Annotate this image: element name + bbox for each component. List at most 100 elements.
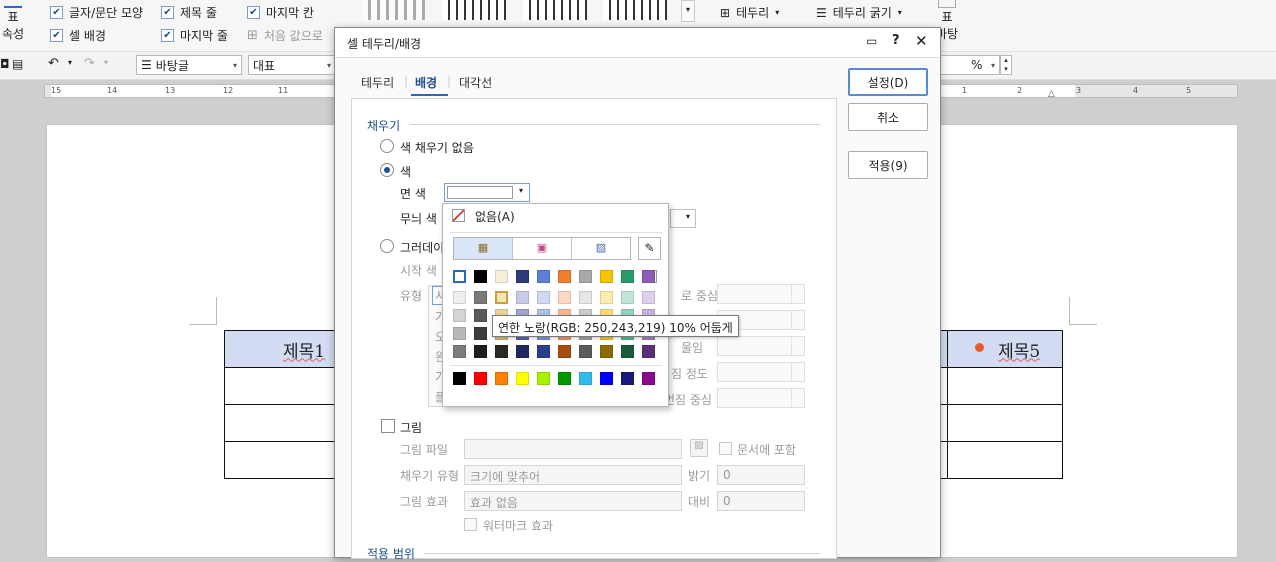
shade-swatch[interactable] — [516, 291, 529, 304]
color-swatch[interactable] — [558, 270, 571, 283]
fill-type-select[interactable]: 크기에 맞추어 — [464, 465, 682, 485]
border-width-button[interactable]: ☰ 테두리 굵기 ▾ — [816, 4, 902, 21]
checkbox-char-para[interactable]: ✔ 글자/문단 모양 — [50, 4, 143, 21]
shade-swatch[interactable] — [558, 291, 571, 304]
radio-no-fill[interactable] — [380, 139, 394, 153]
reset-button[interactable]: ⊞ 처음 값으로 — [247, 27, 323, 44]
color-swatch[interactable] — [621, 270, 634, 283]
pattern-select[interactable]: ▾ — [670, 209, 696, 228]
table-cell[interactable]: 제목5 — [947, 330, 1063, 368]
radio-gradient[interactable] — [380, 239, 394, 253]
checkbox-header-row[interactable]: ✔ 제목 줄 — [161, 4, 217, 21]
shade-swatch[interactable] — [495, 345, 508, 358]
table-cell[interactable] — [224, 441, 340, 479]
checkbox-cell-bg[interactable]: ✔ 셀 배경 — [50, 27, 106, 44]
standard-color-swatch[interactable] — [537, 372, 550, 385]
chevron-down-icon[interactable]: ▾ — [104, 58, 108, 67]
tilt-spinner[interactable] — [717, 336, 805, 356]
tab-background[interactable]: 배경 — [415, 74, 437, 91]
table-cell[interactable]: 제목1 — [224, 330, 340, 368]
picture-checkbox[interactable] — [381, 419, 395, 433]
shade-swatch[interactable] — [537, 345, 550, 358]
color-swatch[interactable] — [495, 270, 508, 283]
shade-swatch[interactable] — [453, 327, 466, 340]
brightness-input[interactable]: 0 — [717, 465, 805, 485]
eyedropper-icon[interactable]: ✎ — [638, 237, 661, 260]
shade-swatch[interactable] — [453, 291, 466, 304]
picture-file-select[interactable] — [464, 439, 682, 459]
shade-swatch[interactable] — [558, 345, 571, 358]
checkbox-last-row[interactable]: ✔ 마지막 줄 — [161, 27, 228, 44]
document-icon[interactable]: ▤ — [12, 57, 23, 71]
standard-color-swatch[interactable] — [600, 372, 613, 385]
table-cell[interactable] — [224, 367, 340, 405]
print-icon[interactable]: ◘ — [0, 57, 10, 71]
shade-swatch[interactable] — [642, 291, 655, 304]
border-button[interactable]: ⊞ 테두리 ▾ — [720, 4, 779, 21]
color-swatch[interactable] — [474, 270, 487, 283]
shade-swatch[interactable] — [495, 291, 508, 304]
style-select[interactable]: ☰ 바탕글 ▾ — [136, 55, 242, 75]
shade-swatch[interactable] — [621, 345, 634, 358]
checkbox-last-col[interactable]: ✔ 마지막 칸 — [247, 4, 314, 21]
include-doc-checkbox[interactable] — [719, 442, 732, 455]
no-color-option[interactable]: 없음(A) — [443, 204, 668, 230]
standard-color-swatch[interactable] — [495, 372, 508, 385]
gallery-scroll-down[interactable]: ▾ — [681, 0, 695, 22]
close-icon[interactable]: ✕ — [915, 32, 928, 50]
color-swatch[interactable] — [537, 270, 550, 283]
shade-swatch[interactable] — [474, 291, 487, 304]
spread-center-spinner[interactable] — [717, 388, 805, 408]
shade-swatch[interactable] — [621, 291, 634, 304]
shade-swatch[interactable] — [600, 345, 613, 358]
shade-swatch[interactable] — [579, 291, 592, 304]
h-center-spinner[interactable] — [717, 284, 805, 304]
indent-marker-icon[interactable]: △ — [1048, 89, 1055, 97]
standard-color-swatch[interactable] — [453, 372, 466, 385]
undo-icon[interactable]: ↶ — [48, 56, 59, 71]
tab-diagonal[interactable]: 대각선 — [459, 74, 492, 91]
radio-color[interactable] — [380, 163, 394, 177]
standard-color-swatch[interactable] — [642, 372, 655, 385]
standard-color-swatch[interactable] — [474, 372, 487, 385]
shade-swatch[interactable] — [474, 327, 487, 340]
comment-icon[interactable]: ▭ — [866, 34, 877, 48]
shade-swatch[interactable] — [642, 345, 655, 358]
table-cell[interactable] — [947, 441, 1063, 479]
contrast-input[interactable]: 0 — [717, 491, 805, 511]
spectrum-tab[interactable]: ▣ — [513, 238, 572, 259]
color-swatch[interactable] — [600, 270, 613, 283]
shade-swatch[interactable] — [516, 345, 529, 358]
standard-color-swatch[interactable] — [621, 372, 634, 385]
table-cell[interactable] — [947, 367, 1063, 405]
shade-swatch[interactable] — [600, 291, 613, 304]
tab-border[interactable]: 테두리 — [361, 74, 394, 91]
table-cell[interactable] — [947, 404, 1063, 442]
table-style-preview[interactable] — [603, 0, 667, 20]
table-properties-button[interactable]: 표 속성 — [0, 0, 26, 46]
shade-swatch[interactable] — [579, 345, 592, 358]
standard-color-swatch[interactable] — [516, 372, 529, 385]
table-cell[interactable] — [224, 404, 340, 442]
font-select[interactable]: 대표 ▾ — [248, 55, 336, 75]
color-swatch[interactable] — [516, 270, 529, 283]
shade-swatch[interactable] — [537, 291, 550, 304]
table-style-preview[interactable] — [362, 0, 426, 20]
help-icon[interactable]: ? — [892, 33, 900, 48]
chevron-down-icon[interactable]: ▾ — [68, 58, 72, 67]
dialog-titlebar[interactable]: 셀 테두리/배경 ▭ ? ✕ — [335, 28, 940, 58]
picture-effect-select[interactable]: 효과 없음 — [464, 491, 682, 511]
color-swatch[interactable] — [642, 270, 655, 283]
shade-swatch[interactable] — [474, 309, 487, 322]
watermark-checkbox[interactable] — [464, 518, 477, 531]
zoom-select[interactable]: % ▾ — [940, 55, 1000, 75]
redo-icon[interactable]: ↷ — [84, 56, 95, 71]
theme-colors-tab[interactable]: ▦ — [454, 238, 513, 259]
table-style-preview[interactable] — [523, 0, 587, 20]
shade-swatch[interactable] — [453, 345, 466, 358]
apply-button[interactable]: 적용(9) — [848, 151, 928, 179]
shade-swatch[interactable] — [453, 309, 466, 322]
shade-swatch[interactable] — [474, 345, 487, 358]
table-style-preview[interactable] — [442, 0, 506, 20]
image-colors-tab[interactable]: ▨ — [572, 238, 630, 259]
